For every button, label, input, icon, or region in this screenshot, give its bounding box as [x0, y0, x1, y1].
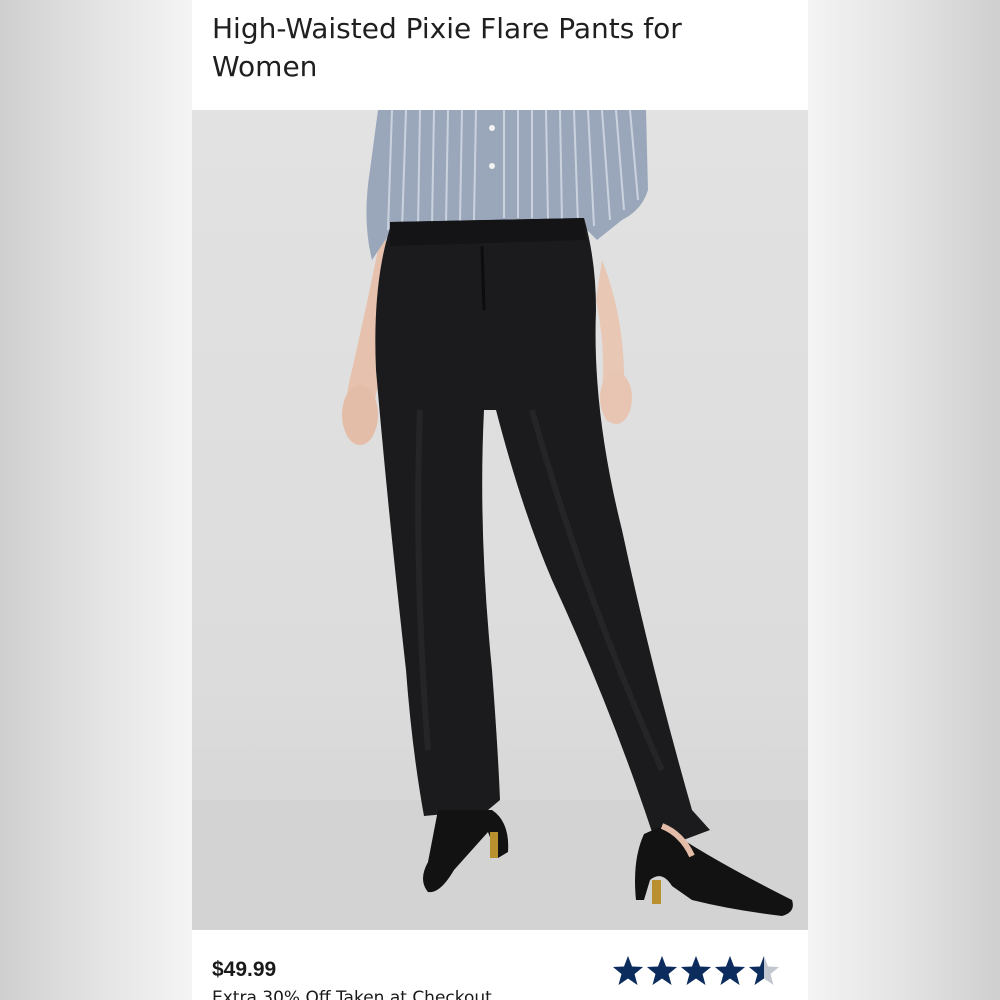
price-row: $49.99 Extra 30% Off Taken at Checkout: [192, 930, 808, 1000]
star-icon[interactable]: [748, 955, 780, 987]
promo-text: Extra 30% Off Taken at Checkout: [212, 988, 492, 1000]
star-icon[interactable]: [646, 955, 678, 987]
product-image[interactable]: [192, 110, 808, 930]
product-card: High-Waisted Pixie Flare Pants for Women: [192, 0, 808, 1000]
product-photo-illustration: [192, 110, 808, 930]
star-icon[interactable]: [612, 955, 644, 987]
product-title: High-Waisted Pixie Flare Pants for Women: [212, 12, 682, 83]
star-icon[interactable]: [714, 955, 746, 987]
product-price: $49.99: [212, 958, 277, 981]
star-icon[interactable]: [680, 955, 712, 987]
